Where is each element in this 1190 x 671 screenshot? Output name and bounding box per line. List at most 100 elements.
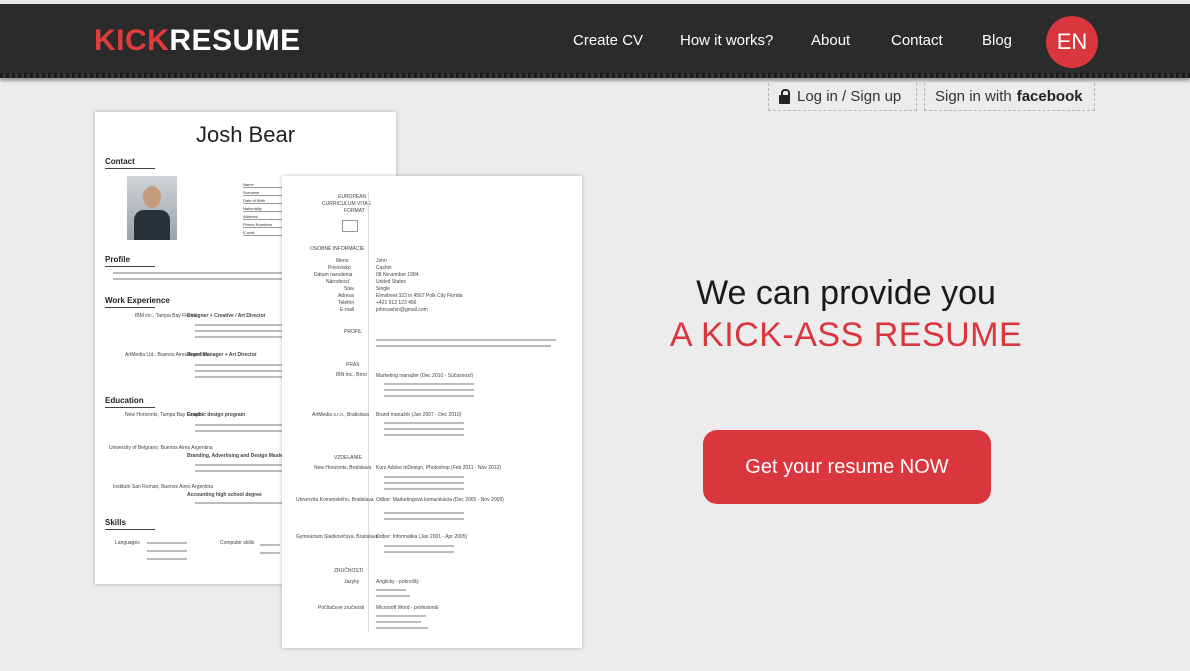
kickresume-logo[interactable]: KICKRESUME (94, 24, 301, 58)
cv-job-title: Brand Manager + Art Director (187, 352, 257, 358)
cv2-section: VZDELANIE (334, 455, 362, 461)
cv2-key: Stav (344, 286, 355, 292)
cv2-key: Národnosť (326, 279, 350, 285)
cv-text-line (384, 383, 474, 385)
cv-field: E-mail (243, 230, 283, 236)
cv2-job-title: Marketing manažér (Dec 2010 - Súčasnosť) (376, 373, 474, 379)
cv-field: Nationality (243, 206, 283, 212)
cv-text-line (147, 542, 187, 544)
cv2-edu-title: Odbor: Informatika (Jan 2001 - Apr 2005) (376, 534, 468, 540)
cv-text-line (195, 324, 283, 326)
cv2-header: EUROPEAN (338, 194, 367, 200)
cv-text-line (195, 370, 283, 372)
cv2-val: 08 November 1984 (376, 272, 419, 278)
cv2-skill-val: Microsoft Word - profesionál (376, 605, 439, 611)
cv-job-title: Designer + Creative / Art Director (187, 313, 266, 319)
cv2-section: ZRUČNOSTI (334, 568, 364, 574)
cv2-edu-title: Kurz Adobe InDesign, Photoshop (Feb 2011… (376, 465, 501, 471)
cv2-header: CURRICULUM VITAE (322, 201, 372, 207)
get-resume-button[interactable]: Get your resume NOW (703, 430, 991, 504)
nav-how-it-works[interactable]: How it works? (680, 32, 773, 49)
logo-kick: KICK (94, 24, 170, 57)
cv2-skill-val: Anglicky - pokročilý (376, 579, 419, 585)
cv2-edu-school: Gymnázium Sladkovičova, Bratislava (296, 534, 379, 540)
cv-field: Phone Numbers (243, 222, 283, 228)
cv-text-line (384, 476, 464, 478)
cv-text-line (384, 545, 454, 547)
login-signup-bar[interactable]: Log in / Sign up (768, 83, 917, 111)
nav-create-cv[interactable]: Create CV (573, 32, 643, 49)
cv-text-line (376, 589, 406, 591)
cv-text-line (195, 470, 283, 472)
cv-text-line (376, 339, 556, 341)
cv2-val: johncashin@gmail.com (376, 307, 428, 313)
cv-text-line (376, 621, 421, 623)
cv2-job-title: Brand manažér (Jan 2007 - Dec 2010) (376, 412, 462, 418)
cv-text-line (384, 422, 464, 424)
cv-text-line (113, 278, 283, 280)
hero-headline: We can provide you (696, 274, 996, 312)
cv-text-line (195, 364, 283, 366)
signup-link[interactable]: Sign up (850, 88, 901, 105)
cv2-job-company: IBN inc., Brno (336, 372, 367, 378)
cv2-key: Priezvisko (328, 265, 351, 271)
cv-text-line (195, 336, 283, 338)
cv-section-skills: Skills (105, 518, 155, 530)
cv-text-line (384, 395, 474, 397)
cv2-header: FORMAT (344, 208, 365, 214)
cv-text-line (376, 595, 410, 597)
cv-text-line (376, 627, 428, 629)
cv-skills-computer: Computer skills (220, 540, 255, 546)
nav-blog[interactable]: Blog (982, 32, 1012, 49)
cv2-key: Telefón (338, 300, 355, 306)
language-selector[interactable]: EN (1046, 16, 1098, 68)
cv-text-line (384, 518, 464, 520)
cv-text-line (147, 550, 187, 552)
cv2-key: Dátum narodenia (314, 272, 353, 278)
cv-text-line (113, 272, 283, 274)
cv-text-line (384, 488, 464, 490)
cv2-skill-key: Jazyky (344, 579, 360, 585)
cv2-val: Cashin (376, 265, 392, 271)
login-link[interactable]: Log in (797, 88, 838, 105)
cv-text-line (147, 558, 187, 560)
cv-edu-school: Instituto San Roman, Buenos Aires Argent… (113, 484, 214, 490)
cv-text-line (384, 482, 464, 484)
cv-photo (127, 176, 177, 240)
cv-text-line (384, 512, 464, 514)
cv2-section: PRAX (346, 362, 360, 368)
cv2-val: United States (376, 279, 407, 285)
cv2-job-company: ArtMedia s.r.o., Bratislava (312, 412, 369, 418)
cv2-edu-title: Odbor: Marketingová komunikácia (Dec 200… (376, 497, 504, 503)
auth-separator: / (842, 88, 847, 105)
cv-text-line (195, 330, 283, 332)
cv-section-contact: Contact (105, 157, 155, 169)
cv2-val: Single (376, 286, 390, 292)
cv-field: Surname (243, 190, 283, 196)
cv-text-line (384, 389, 474, 391)
cv-edu-title: Graphic design program (187, 412, 246, 418)
cv-text-line (384, 428, 464, 430)
nav-contact[interactable]: Contact (891, 32, 943, 49)
hero-subheadline: A KICK-ASS RESUME (669, 316, 1023, 354)
cv-text-line (376, 615, 426, 617)
lock-icon (779, 89, 790, 104)
cv2-section: PROFIL (344, 329, 363, 335)
cv-text-line (384, 434, 464, 436)
cv2-section: OSOBNÉ INFORMÁCIE (310, 246, 365, 252)
facebook-signin-button[interactable]: Sign in with facebook (924, 83, 1095, 111)
cv-section-work: Work Experience (105, 296, 170, 308)
cv-text-line (195, 376, 283, 378)
cv-text-line (195, 424, 283, 426)
cv-edu-school: University of Belgrano, Buenos Aires Arg… (109, 445, 213, 451)
top-navigation-bar: KICKRESUME Create CV How it works? About… (0, 0, 1190, 78)
cv2-val: John (376, 258, 387, 264)
cv-field: Name (243, 182, 283, 188)
cv-section-profile: Profile (105, 255, 155, 267)
cv2-val: +421 912 123 456 (376, 300, 417, 306)
cv-text-line (260, 544, 280, 546)
nav-about[interactable]: About (811, 32, 850, 49)
cv-edu-title: Accounting high school degree (187, 492, 262, 498)
cv2-skill-key: Počítačové zručnosti (318, 605, 365, 611)
cv-text-line (376, 345, 551, 347)
